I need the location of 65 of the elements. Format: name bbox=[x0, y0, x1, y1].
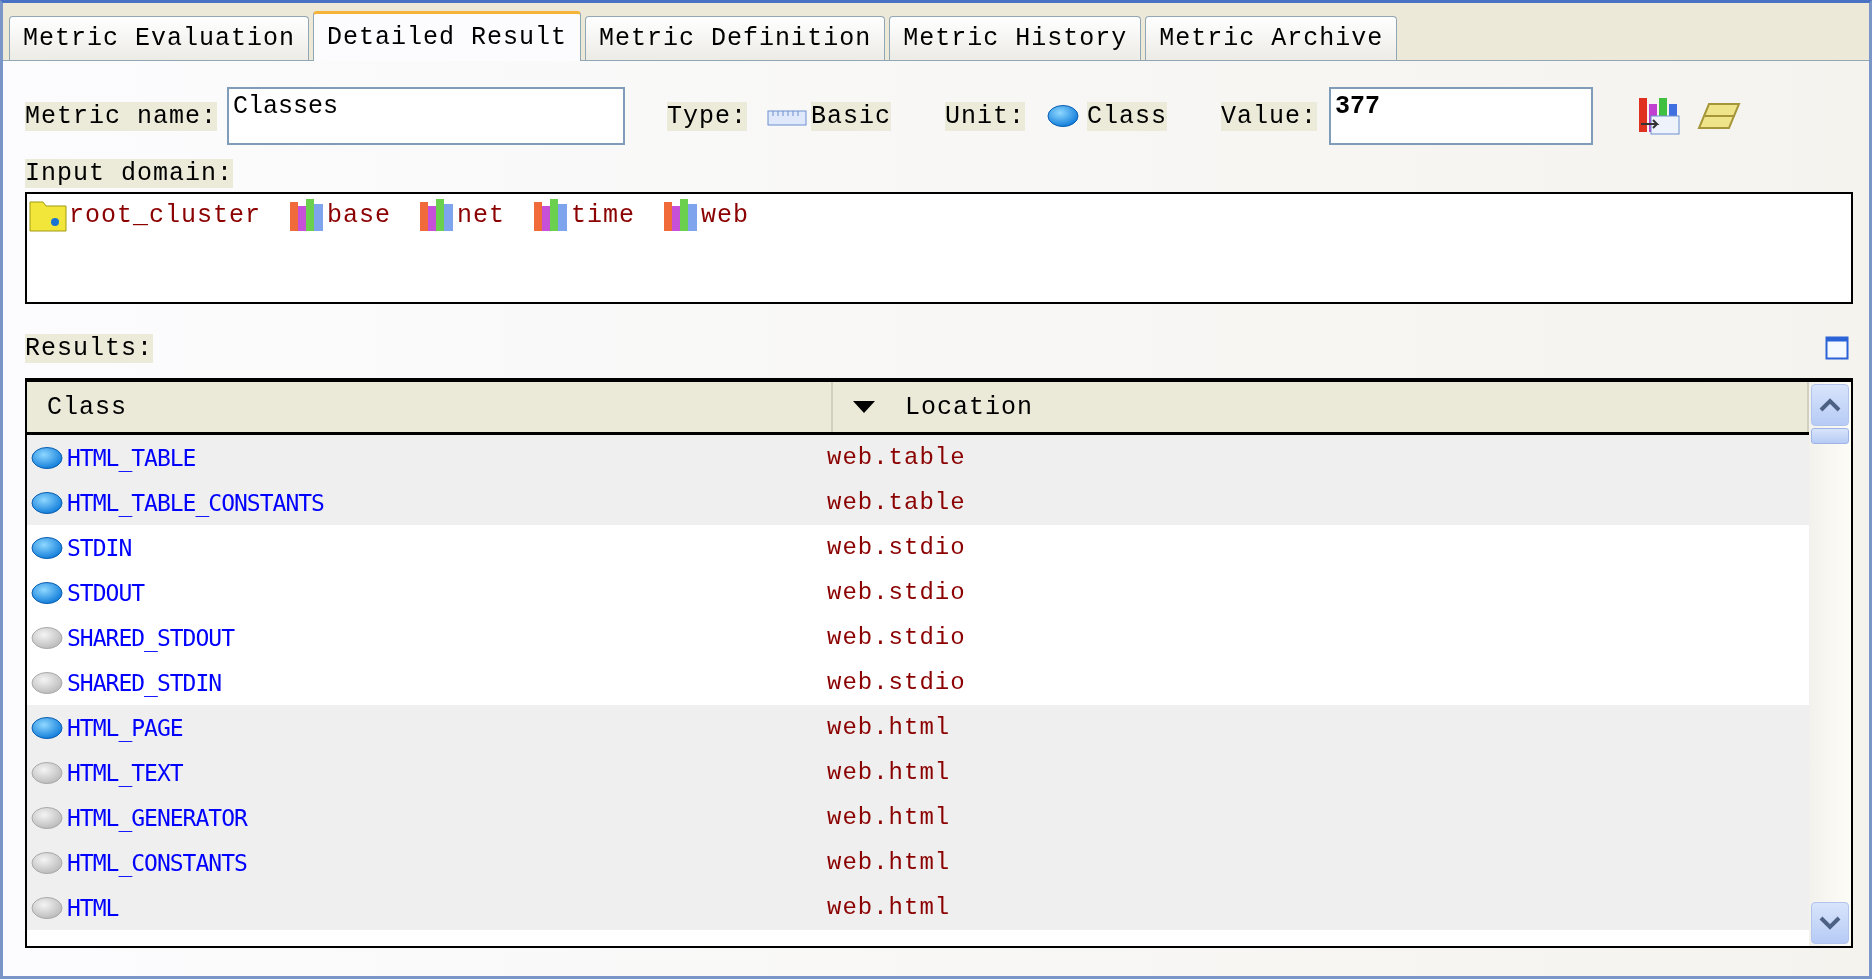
chart-icon[interactable] bbox=[1637, 96, 1682, 136]
table-row[interactable]: HTML_TABLE_CONSTANTS web.table bbox=[27, 480, 1809, 525]
location-text: web.html bbox=[827, 804, 951, 831]
type-value: Basic bbox=[811, 101, 892, 131]
eraser-icon[interactable] bbox=[1697, 102, 1742, 130]
class-name: STDIN bbox=[67, 534, 132, 561]
class-name: HTML_CONSTANTS bbox=[67, 849, 247, 876]
table-row[interactable]: HTML_TEXT web.html bbox=[27, 750, 1809, 795]
class-name: STDOUT bbox=[67, 579, 145, 606]
chevron-down-icon bbox=[1819, 916, 1841, 930]
unit-label: Unit: bbox=[945, 101, 1026, 131]
scroll-down-button[interactable] bbox=[1811, 902, 1849, 944]
domain-item[interactable]: root_cluster bbox=[69, 200, 262, 230]
type-label: Type: bbox=[667, 101, 748, 131]
table-row[interactable]: HTML_TABLE web.table bbox=[27, 435, 1809, 480]
class-name: HTML bbox=[67, 894, 119, 921]
value-label: Value: bbox=[1221, 101, 1318, 131]
library-icon bbox=[289, 198, 326, 232]
library-icon bbox=[663, 198, 700, 232]
scroll-up-button[interactable] bbox=[1811, 384, 1849, 426]
tab[interactable]: Metric Evaluation bbox=[9, 16, 310, 60]
location-text: web.table bbox=[827, 444, 966, 471]
class-name: HTML_TABLE bbox=[67, 444, 196, 471]
scroll-thumb[interactable] bbox=[1811, 428, 1849, 444]
table-row[interactable]: HTML_CONSTANTS web.html bbox=[27, 840, 1809, 885]
domain-item[interactable]: time bbox=[571, 200, 636, 230]
table-row[interactable]: HTML_GENERATOR web.html bbox=[27, 795, 1809, 840]
library-icon bbox=[419, 198, 456, 232]
location-text: web.stdio bbox=[827, 669, 966, 696]
location-text: web.html bbox=[827, 759, 951, 786]
location-text: web.html bbox=[827, 714, 951, 741]
sort-down-icon bbox=[853, 401, 875, 413]
class-name: SHARED_STDOUT bbox=[67, 624, 234, 651]
tab[interactable]: Metric Definition bbox=[585, 16, 886, 60]
location-text: web.stdio bbox=[827, 534, 966, 561]
chevron-up-icon bbox=[1819, 398, 1841, 412]
domain-item[interactable]: net bbox=[457, 200, 506, 230]
unit-value: Class bbox=[1087, 101, 1168, 131]
domain-item[interactable]: web bbox=[701, 200, 750, 230]
metric-name-field[interactable]: Classes bbox=[227, 87, 626, 145]
tab[interactable]: Metric History bbox=[889, 16, 1142, 60]
metric-name-label: Metric name: bbox=[25, 101, 218, 131]
maximize-icon[interactable] bbox=[1825, 336, 1849, 360]
domain-item[interactable]: base bbox=[327, 200, 392, 230]
table-row[interactable]: HTML web.html bbox=[27, 885, 1809, 930]
location-text: web.html bbox=[827, 894, 951, 921]
class-name: HTML_TABLE_CONSTANTS bbox=[67, 489, 324, 516]
folder-icon bbox=[29, 198, 67, 232]
tab[interactable]: Metric Archive bbox=[1145, 16, 1398, 60]
results-label: Results: bbox=[25, 333, 154, 363]
location-text: web.table bbox=[827, 489, 966, 516]
location-text: web.html bbox=[827, 849, 951, 876]
table-row[interactable]: HTML_PAGE web.html bbox=[27, 705, 1809, 750]
tab[interactable]: Detailed Result bbox=[313, 11, 582, 61]
location-text: web.stdio bbox=[827, 624, 966, 651]
library-icon bbox=[533, 198, 570, 232]
column-header[interactable]: Class bbox=[27, 382, 833, 432]
input-domain-label: Input domain: bbox=[25, 159, 234, 188]
value-field[interactable]: 377 bbox=[1329, 87, 1594, 145]
class-name: SHARED_STDIN bbox=[67, 669, 222, 696]
class-name: HTML_TEXT bbox=[67, 759, 183, 786]
class-icon bbox=[1047, 104, 1080, 128]
location-text: web.stdio bbox=[827, 579, 966, 606]
class-name: HTML_GENERATOR bbox=[67, 804, 247, 831]
class-name: HTML_PAGE bbox=[67, 714, 183, 741]
